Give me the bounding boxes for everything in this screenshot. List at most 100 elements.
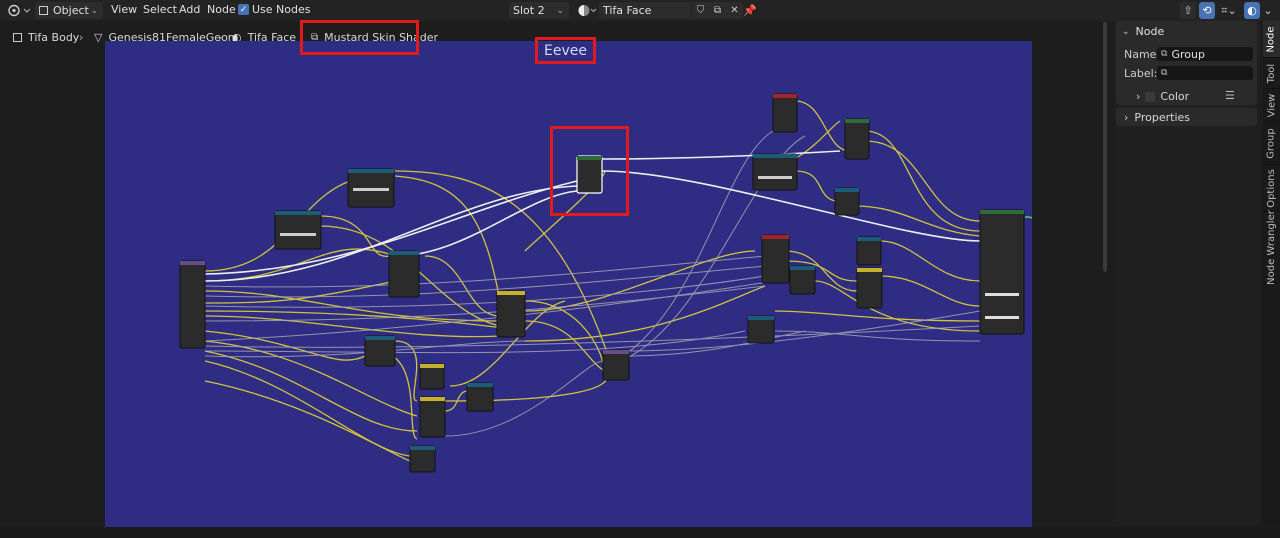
- material-name-field[interactable]: Tifa Face: [599, 2, 691, 19]
- node-panel: ⌄ Node Name: ⧉ Group Label: ⧉ › Color ☰: [1116, 21, 1257, 105]
- chevron-right-icon: ›: [1124, 111, 1129, 124]
- duplicate-material-button[interactable]: ⧉: [709, 2, 726, 19]
- arrow-up-icon: ⇧: [1183, 4, 1193, 17]
- slot-label: Slot 2: [513, 4, 545, 17]
- node-math-d[interactable]: [409, 445, 436, 473]
- node-mix-d[interactable]: [856, 267, 883, 309]
- tab-view[interactable]: View: [1263, 90, 1280, 122]
- chevron-down-icon: ⌄: [1122, 26, 1130, 37]
- node-mix-b[interactable]: [419, 363, 445, 390]
- menu-select[interactable]: Select: [143, 3, 177, 16]
- color-subpanel-header[interactable]: › Color: [1136, 90, 1189, 103]
- tab-node[interactable]: Node: [1263, 21, 1280, 58]
- overlay-icon: ◐: [1247, 4, 1257, 17]
- node-editor-window: Object ⌄ View Select Add Node ✓ Use Node…: [0, 0, 1280, 538]
- tab-group[interactable]: Group: [1263, 123, 1280, 165]
- fake-user-button[interactable]: ⛉: [692, 2, 709, 19]
- node-math-g[interactable]: [747, 315, 775, 344]
- menu-add[interactable]: Add: [179, 3, 200, 16]
- list-icon[interactable]: ☰: [1225, 89, 1235, 102]
- editor-type-icon: [8, 4, 31, 17]
- use-nodes-label: Use Nodes: [252, 3, 311, 16]
- node-image-texture-a[interactable]: [772, 93, 798, 133]
- name-label: Name:: [1124, 48, 1161, 61]
- node-image-texture-b[interactable]: [761, 234, 790, 284]
- color-label: Color: [1160, 90, 1190, 103]
- node-vector-math[interactable]: [834, 187, 860, 216]
- grid-snap-icon: ⌗⌄: [1221, 3, 1237, 17]
- breadcrumb-label: Tifa Body: [28, 31, 80, 44]
- node-math-a[interactable]: [388, 250, 420, 298]
- duplicate-icon: ⧉: [713, 5, 722, 16]
- node-panel-title: Node: [1135, 25, 1165, 38]
- editor-type-button[interactable]: [5, 2, 31, 19]
- engine-label: Eevee: [544, 42, 587, 59]
- material-browse-button[interactable]: [576, 2, 598, 19]
- menu-view[interactable]: View: [111, 3, 137, 16]
- mode-label: Object: [53, 4, 89, 17]
- chevron-down-icon: ⌄: [556, 5, 564, 16]
- vertical-scrollbar[interactable]: [1103, 22, 1107, 272]
- status-bar: [0, 527, 1280, 538]
- node-mapping-b[interactable]: [274, 210, 322, 250]
- label-label: Label:: [1124, 67, 1158, 80]
- node-mix-c[interactable]: [419, 396, 446, 438]
- material-sphere-icon: [578, 5, 597, 16]
- node-canvas[interactable]: [105, 41, 1106, 527]
- node-graph: [179, 93, 1106, 473]
- check-icon: ✓: [239, 4, 248, 15]
- label-field[interactable]: ⧉: [1157, 66, 1253, 80]
- header-bar: Object ⌄ View Select Add Node ✓ Use Node…: [0, 0, 1280, 21]
- node-texture-coordinates[interactable]: [179, 260, 206, 349]
- unlink-material-button[interactable]: ✕: [726, 2, 743, 19]
- name-value: Group: [1171, 47, 1205, 61]
- node-mapping-a[interactable]: [347, 168, 395, 208]
- close-icon: ✕: [730, 5, 739, 16]
- snap-element-dropdown[interactable]: ⌗⌄: [1217, 2, 1241, 19]
- node-math-e[interactable]: [789, 265, 816, 295]
- node-icon: ⧉: [1161, 68, 1168, 78]
- pin-icon: 📌: [743, 4, 757, 17]
- node-mix-a[interactable]: [496, 290, 526, 338]
- menu-node[interactable]: Node: [207, 3, 236, 16]
- properties-panel[interactable]: › Properties: [1116, 108, 1257, 126]
- node-math-f[interactable]: [856, 236, 882, 266]
- node-color-ramp[interactable]: [752, 153, 798, 191]
- parent-node-tree-button[interactable]: ⇧: [1180, 2, 1196, 19]
- tab-node-wrangler[interactable]: Node Wrangler: [1263, 210, 1280, 285]
- highlight-breadcrumb: [300, 20, 419, 55]
- tab-options[interactable]: Options: [1263, 166, 1280, 212]
- highlight-group-node: [550, 126, 629, 216]
- breadcrumb-object[interactable]: Tifa Body: [13, 31, 79, 44]
- material-name: Tifa Face: [603, 4, 652, 17]
- pin-button[interactable]: 📌: [743, 2, 757, 19]
- node-icon: ⧉: [1161, 49, 1168, 59]
- slot-dropdown[interactable]: Slot 2 ⌄: [509, 2, 569, 19]
- mesh-icon: ▽: [94, 31, 103, 44]
- color-checkbox[interactable]: [1145, 91, 1156, 102]
- object-icon: [13, 33, 22, 42]
- sidebar-tabs: Node Tool View Group Options Node Wrangl…: [1263, 21, 1280, 526]
- sidebar-panel: ⌄ Node Name: ⧉ Group Label: ⧉ › Color ☰ …: [1113, 21, 1260, 526]
- shield-icon: ⛉: [696, 5, 705, 16]
- node-group-output[interactable]: [979, 209, 1025, 335]
- name-field[interactable]: ⧉ Group: [1157, 47, 1253, 61]
- snap-icon: ⟲: [1202, 4, 1212, 17]
- node-panel-header[interactable]: ⌄ Node: [1122, 25, 1164, 38]
- chevron-right-icon: ›: [79, 31, 84, 44]
- output-link: [1024, 216, 1106, 352]
- node-bump[interactable]: [602, 349, 630, 381]
- node-math-c[interactable]: [466, 382, 494, 412]
- chevron-down-icon: ⌄: [90, 5, 98, 16]
- properties-label: Properties: [1134, 111, 1190, 124]
- overlay-dropdown[interactable]: ⌄: [1261, 2, 1275, 19]
- tab-tool[interactable]: Tool: [1263, 59, 1280, 89]
- snap-toggle-button[interactable]: ⟲: [1199, 2, 1215, 19]
- object-mode-icon: [39, 6, 48, 15]
- mode-dropdown[interactable]: Object ⌄: [35, 2, 103, 19]
- chevron-right-icon: ›: [1136, 90, 1141, 103]
- node-principled-a[interactable]: [844, 118, 870, 160]
- use-nodes-checkbox[interactable]: ✓: [238, 4, 249, 15]
- node-math-b[interactable]: [364, 335, 396, 367]
- overlay-toggle-button[interactable]: ◐: [1244, 2, 1260, 19]
